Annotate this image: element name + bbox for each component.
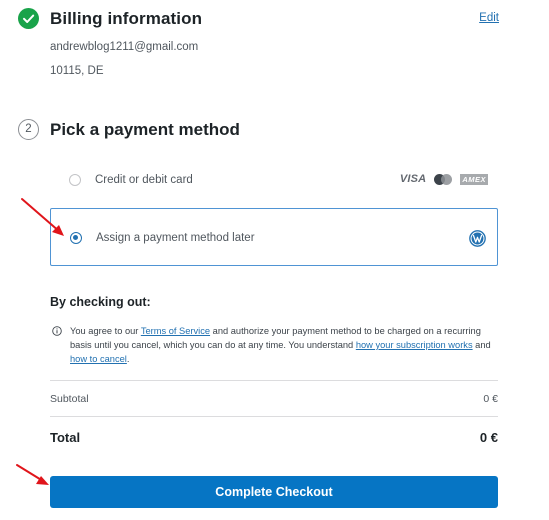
subtotal-label: Subtotal [50,393,89,405]
how-to-cancel-link[interactable]: how to cancel [70,354,127,364]
subscription-info-link[interactable]: how your subscription works [356,340,473,350]
summary-divider-bottom [50,416,498,417]
billing-title: Billing information [50,9,203,28]
card-option-label: Credit or debit card [95,174,193,186]
checkout-heading: By checking out: [50,295,151,309]
billing-address: 10115, DE [50,65,104,77]
amex-logo: AMEX [460,173,488,185]
total-value: 0 € [479,430,498,445]
step-number-badge: 2 [18,119,39,140]
checkout-page: Billing information Edit andrewblog1211@… [0,0,549,520]
subtotal-value: 0 € [483,393,498,405]
card-radio[interactable] [69,174,81,186]
annotation-arrow-icon [21,198,64,236]
terms-text: You agree to our Terms of Service and au… [70,326,491,364]
annotation-arrow-icon [16,464,49,485]
terms-of-service-link[interactable]: Terms of Service [141,326,210,336]
payment-title: Pick a payment method [50,120,240,139]
edit-billing-link[interactable]: Edit [479,12,499,24]
summary-divider-top [50,380,498,381]
card-logos: VISA AMEX [400,173,488,185]
payment-option-card[interactable]: Credit or debit card VISA AMEX [50,164,498,196]
later-radio[interactable] [70,232,82,244]
total-label: Total [50,430,81,445]
check-circle-icon [18,8,39,29]
mastercard-icon [434,173,453,185]
payment-option-later[interactable]: Assign a payment method later [50,208,498,266]
wordpress-icon [469,230,486,247]
visa-logo: VISA [399,173,427,185]
complete-checkout-button[interactable]: Complete Checkout [50,476,498,508]
info-icon [52,326,62,336]
later-option-label: Assign a payment method later [96,232,255,244]
billing-email: andrewblog1211@gmail.com [50,41,199,53]
